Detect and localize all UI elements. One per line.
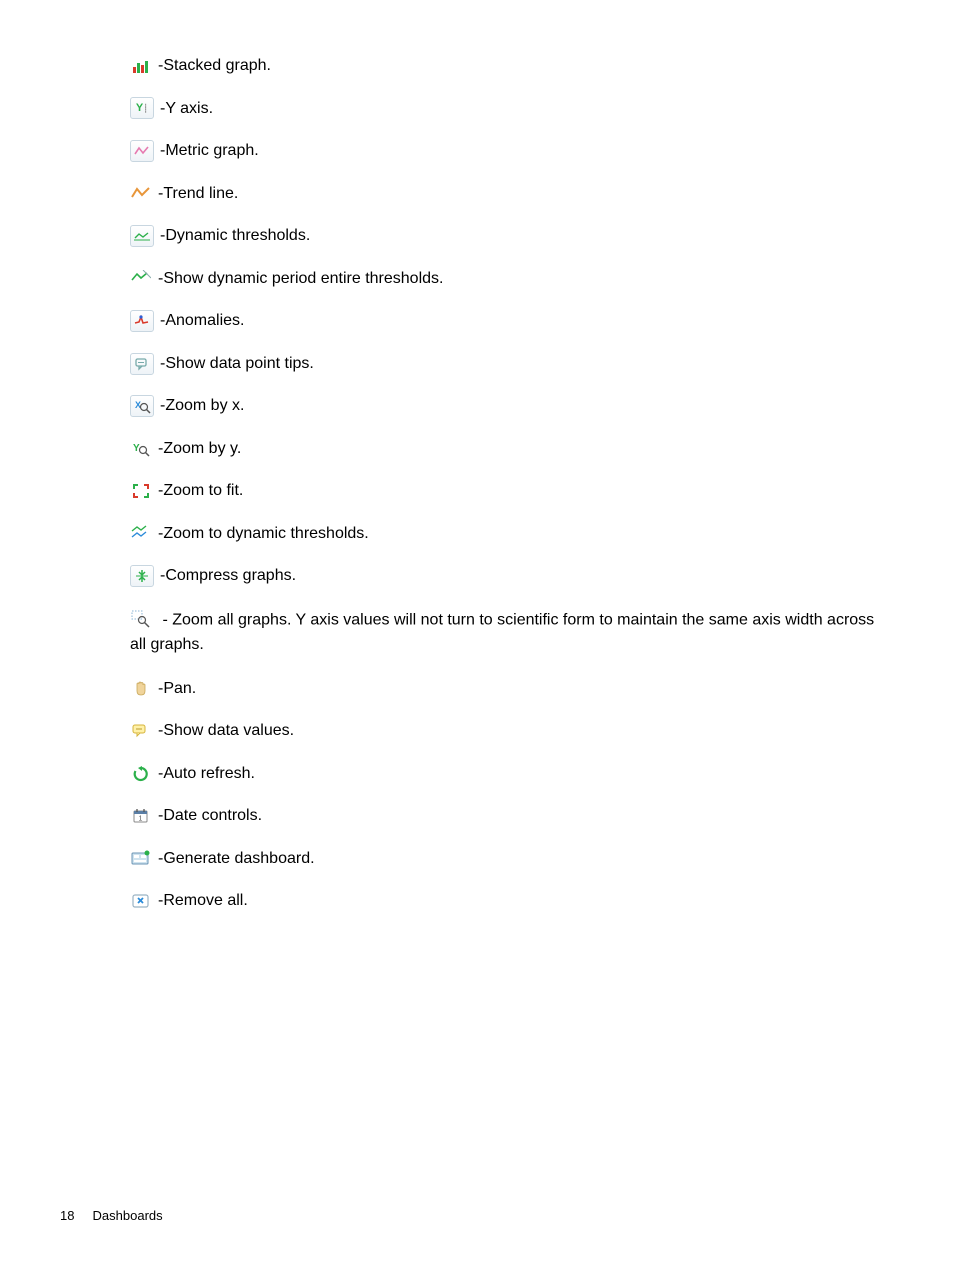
icon-legend-label: Trend line. (163, 183, 238, 205)
separator: - (162, 611, 172, 628)
dynamic-thresholds-icon (130, 225, 154, 248)
icon-legend-label: Anomalies. (165, 310, 244, 332)
icon-legend-row: - Dynamic thresholds. (130, 225, 894, 248)
icon-legend-row: - Metric graph. (130, 140, 894, 163)
zoom-all-graphs-icon (130, 608, 152, 633)
icon-legend-row: - Show dynamic period entire thresholds. (130, 268, 894, 290)
icon-legend-label: Zoom to fit. (163, 480, 243, 502)
date-controls-icon: 1 (130, 805, 152, 827)
icon-legend-row: Y┊ - Y axis. (130, 97, 894, 120)
remove-all-icon (130, 890, 152, 912)
icon-legend-label: Stacked graph. (163, 55, 271, 77)
icon-legend-label: Show data point tips. (165, 353, 314, 375)
icon-legend-label: Dynamic thresholds. (165, 225, 310, 247)
icon-legend-label: Zoom by y. (163, 438, 241, 460)
icon-legend-row: - Auto refresh. (130, 763, 894, 785)
icon-legend-row: - Pan. (130, 678, 894, 700)
icon-legend-label: Remove all. (163, 890, 247, 912)
zoom-x-icon: X (130, 395, 154, 418)
icon-legend-label: Auto refresh. (163, 763, 255, 785)
icon-legend-row: - Zoom all graphs. Y axis values will no… (130, 608, 894, 658)
page-footer: 18 Dashboards (60, 1208, 163, 1223)
page-content: - Stacked graph. Y┊ - Y axis. - Metric g… (0, 0, 954, 1271)
icon-legend-row: - Remove all. (130, 890, 894, 912)
icon-legend-label: Y axis. (165, 98, 213, 120)
zoom-y-icon: Y (130, 438, 152, 460)
icon-legend-label: Date controls. (163, 805, 262, 827)
icon-legend-row: - Zoom to dynamic thresholds. (130, 523, 894, 545)
icon-legend-row: 1 - Date controls. (130, 805, 894, 827)
icon-legend-label: Show data values. (163, 720, 294, 742)
y-axis-icon: Y┊ (130, 97, 154, 120)
compress-graphs-icon (130, 565, 154, 588)
zoom-dynamic-thresholds-icon (130, 523, 152, 545)
footer-section: Dashboards (93, 1208, 163, 1223)
icon-legend-row: - Compress graphs. (130, 565, 894, 588)
zoom-fit-icon (130, 480, 152, 502)
anomalies-icon (130, 310, 154, 333)
pan-icon (130, 678, 152, 700)
trend-line-icon (130, 183, 152, 205)
icon-legend-label: Zoom by x. (165, 395, 244, 417)
icon-legend-row: - Generate dashboard. (130, 848, 894, 870)
icon-legend-label: Generate dashboard. (163, 848, 314, 870)
icon-legend-label: Metric graph. (165, 140, 258, 162)
icon-legend-row: - Stacked graph. (130, 55, 894, 77)
icon-legend-row: - Trend line. (130, 183, 894, 205)
icon-legend-label: Show dynamic period entire thresholds. (163, 268, 443, 290)
svg-text:X: X (135, 400, 141, 410)
stacked-graph-icon (130, 55, 152, 77)
generate-dashboard-icon (130, 848, 152, 870)
icon-legend-label: Pan. (163, 678, 196, 700)
icon-legend-row: X - Zoom by x. (130, 395, 894, 418)
icon-legend-label: Compress graphs. (165, 565, 296, 587)
svg-text:Y: Y (133, 443, 140, 454)
icon-legend-row: - Show data point tips. (130, 353, 894, 376)
svg-text:1: 1 (139, 815, 143, 822)
icon-legend-row: - Anomalies. (130, 310, 894, 333)
icon-legend-label: Zoom all graphs. Y axis values will not … (130, 611, 874, 653)
show-data-values-icon (130, 720, 152, 742)
data-point-tips-icon (130, 353, 154, 376)
dynamic-period-thresholds-icon (130, 268, 152, 290)
icon-legend-row: - Show data values. (130, 720, 894, 742)
page-number: 18 (60, 1208, 74, 1223)
icon-legend-row: Y - Zoom by y. (130, 438, 894, 460)
auto-refresh-icon (130, 763, 152, 785)
metric-graph-icon (130, 140, 154, 163)
icon-legend-row: - Zoom to fit. (130, 480, 894, 502)
icon-legend-label: Zoom to dynamic thresholds. (163, 523, 368, 545)
